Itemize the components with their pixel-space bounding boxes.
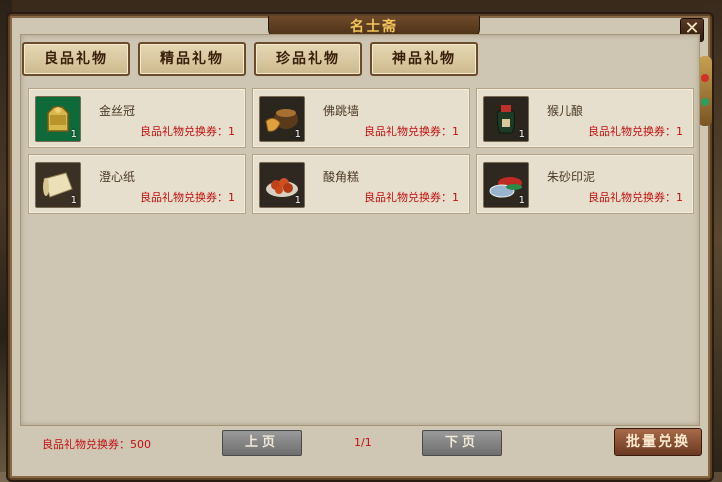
paper-scroll-icon[interactable]: 1 [35,162,81,208]
item-card[interactable]: 1 佛跳墙 良品礼物兑换券：1 [252,88,470,148]
soup-pot-icon[interactable]: 1 [259,96,305,142]
gift-exchange-window: 名士斋 ✕ 良品礼物 精品礼物 珍品礼物 神品礼物 1 金丝冠 良品礼物兑换券：… [8,14,712,480]
side-ornament-icon [698,56,712,126]
item-name: 澄心纸 [99,170,136,184]
bulk-exchange-button[interactable]: 批量兑换 [614,428,702,456]
item-card[interactable]: 1 澄心纸 良品礼物兑换券：1 [28,154,246,214]
item-cost: 良品礼物兑换券：1 [140,191,235,204]
item-cost: 良品礼物兑换券：1 [140,125,235,138]
item-cost: 良品礼物兑换券：1 [588,125,683,138]
item-count: 1 [518,129,525,140]
item-card[interactable]: 1 金丝冠 良品礼物兑换券：1 [28,88,246,148]
next-page-button[interactable]: 下页 [422,430,502,456]
item-name: 朱砂印泥 [547,170,596,184]
tab-rare-gift[interactable]: 珍品礼物 [254,42,362,76]
footer-bar: 良品礼物兑换券：500 上页 1/1 下页 批量兑换 [10,428,710,470]
golden-crown-icon[interactable]: 1 [35,96,81,142]
item-cost: 良品礼物兑换券：1 [364,125,459,138]
wine-jar-icon[interactable]: 1 [483,96,529,142]
item-name: 猴儿酿 [547,104,584,118]
item-name: 佛跳墙 [323,104,360,118]
item-count: 1 [294,129,301,140]
item-card[interactable]: 1 朱砂印泥 良品礼物兑换券：1 [476,154,694,214]
item-count: 1 [70,195,77,206]
page-indicator: 1/1 [354,436,372,449]
prev-page-button[interactable]: 上页 [222,430,302,456]
tab-divine-gift[interactable]: 神品礼物 [370,42,478,76]
item-card[interactable]: 1 猴儿酿 良品礼物兑换券：1 [476,88,694,148]
item-cost: 良品礼物兑换券：1 [364,191,459,204]
cake-plate-icon[interactable]: 1 [259,162,305,208]
item-count: 1 [294,195,301,206]
voucher-balance: 良品礼物兑换券：500 [42,438,151,451]
tab-good-gift[interactable]: 良品礼物 [22,42,130,76]
tab-fine-gift[interactable]: 精品礼物 [138,42,246,76]
item-name: 金丝冠 [99,104,136,118]
item-count: 1 [70,129,77,140]
item-count: 1 [518,195,525,206]
item-cost: 良品礼物兑换券：1 [588,191,683,204]
item-card[interactable]: 1 酸角糕 良品礼物兑换券：1 [252,154,470,214]
ink-pad-icon[interactable]: 1 [483,162,529,208]
item-name: 酸角糕 [323,170,360,184]
